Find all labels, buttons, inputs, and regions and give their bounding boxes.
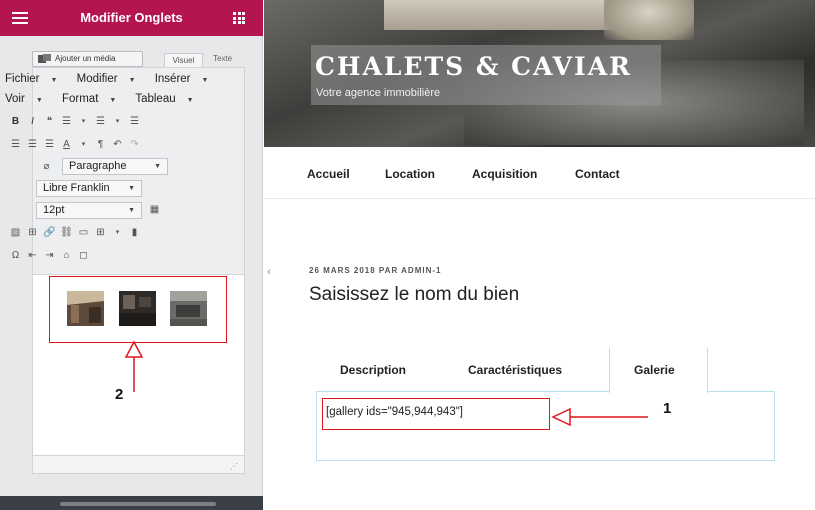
tab-visual[interactable]: Visuel [164, 53, 203, 67]
chevron-down-icon[interactable]: ▾ [109, 226, 126, 240]
caret-down-icon: ▼ [128, 207, 135, 214]
table-icon[interactable]: ⊞ [92, 226, 109, 240]
align-justify-icon[interactable]: ☰ [41, 138, 58, 152]
blockquote-icon[interactable]: ❝ [41, 115, 58, 129]
align-left-icon[interactable]: ☰ [126, 115, 143, 129]
special-char-icon[interactable]: Ω [7, 249, 24, 263]
caret-down-icon: ▼ [201, 77, 209, 84]
menu-row-1: Fichier ▼ Modifier ▼ Insérer ▼ [5, 73, 224, 85]
toolbar-row-5: Ω ⇤ ⇥ ⌂ ◻ [7, 249, 92, 263]
tab-description[interactable]: Description [340, 363, 406, 377]
indent-icon[interactable]: ⇥ [41, 249, 58, 263]
nav-item-accueil[interactable]: Accueil [307, 167, 350, 181]
caret-down-icon: ▼ [186, 97, 194, 104]
format-select[interactable]: Paragraphe ▼ [62, 158, 168, 175]
nav-item-location[interactable]: Location [385, 167, 435, 181]
link-icon[interactable]: 🔗 [41, 226, 58, 240]
menu-edit[interactable]: Modifier ▼ [77, 73, 144, 85]
font-size-select[interactable]: 12pt ▼ [36, 202, 142, 219]
page-break-icon[interactable]: ▮ [126, 226, 143, 240]
hero-image-detail [604, 0, 694, 40]
menu-view[interactable]: Voir ▼ [5, 93, 51, 105]
image-icon[interactable]: ▨ [7, 226, 24, 240]
main-navigation: Accueil Location Acquisition Contact [264, 147, 815, 199]
caret-down-icon: ▼ [109, 97, 117, 104]
toolbar-row-1: B I ❝ ☰ ▾ ☰ ▾ ☰ [7, 115, 143, 129]
text-color-icon[interactable]: A [58, 138, 75, 152]
caret-down-icon: ▼ [128, 77, 136, 84]
post-meta: 26 MARS 2018 PAR ADMIN-1 [309, 266, 442, 275]
media-embed-icon[interactable]: ⊞ [24, 226, 41, 240]
grid-icon[interactable] [233, 12, 245, 24]
caret-down-icon: ▼ [128, 185, 135, 192]
menu-format[interactable]: Format ▼ [62, 93, 124, 105]
menu-file[interactable]: Fichier ▼ [5, 73, 65, 85]
undo-icon[interactable]: ↶ [109, 138, 126, 152]
add-media-label: Ajouter un média [55, 54, 116, 63]
bookmark-icon[interactable]: ◻ [75, 249, 92, 263]
nav-item-contact[interactable]: Contact [575, 167, 620, 181]
toolbar-row-2: ☰ ☰ ☰ A ▾ ¶ ↶ ↷ [7, 138, 143, 152]
menu-table[interactable]: Tableau ▼ [135, 93, 201, 105]
annotation-label-1: 1 [663, 400, 672, 417]
italic-icon[interactable]: I [24, 115, 41, 129]
menu-row-2: Voir ▼ Format ▼ Tableau ▼ [5, 93, 210, 105]
gallery-shortcode: [gallery ids="945,944,943"] [326, 406, 463, 418]
panel-scrollbar[interactable] [60, 502, 216, 506]
post-title: Saisissez le nom du bien [309, 284, 520, 305]
eraser-icon[interactable]: ⌀ [38, 160, 55, 174]
caret-down-icon: ▼ [35, 97, 43, 104]
paste-icon[interactable]: ⌂ [58, 249, 75, 263]
media-icon [38, 54, 51, 63]
bold-icon[interactable]: B [7, 115, 24, 129]
align-right-icon[interactable]: ☰ [24, 138, 41, 152]
panel-header: Modifier Onglets [0, 0, 263, 36]
redo-icon[interactable]: ↷ [126, 138, 143, 152]
nav-item-acquisition[interactable]: Acquisition [472, 167, 537, 181]
gallery-thumbnail[interactable] [67, 291, 104, 326]
numbered-list-icon[interactable]: ☰ [92, 115, 109, 129]
menu-insert[interactable]: Insérer ▼ [155, 73, 217, 85]
hero-banner: CHALETS & CAVIAR Votre agence immobilièr… [264, 0, 815, 147]
annotation-label-2: 2 [115, 386, 124, 403]
editor-panel: Modifier Onglets Ajouter un média Visuel… [0, 0, 263, 510]
toolbar-row-4: ▨ ⊞ 🔗 ⛓ ▭ ⊞ ▾ ▮ [7, 226, 143, 240]
chevron-down-icon[interactable]: ▾ [75, 138, 92, 152]
keyboard-icon[interactable]: ▦ [146, 203, 163, 217]
font-family-select[interactable]: Libre Franklin ▼ [36, 180, 142, 197]
panel-title: Modifier Onglets [80, 10, 183, 25]
chevron-down-icon[interactable]: ▾ [75, 115, 92, 129]
align-center-icon[interactable]: ☰ [7, 138, 24, 152]
outdent-icon[interactable]: ⇤ [24, 249, 41, 263]
collapse-panel-icon[interactable]: ‹ [264, 262, 274, 282]
bullet-list-icon[interactable]: ☰ [58, 115, 75, 129]
site-title[interactable]: CHALETS & CAVIAR [315, 52, 632, 81]
caret-down-icon: ▼ [50, 77, 58, 84]
tab-galerie[interactable]: Galerie [634, 363, 675, 377]
gallery-thumbnail[interactable] [170, 291, 207, 326]
caret-down-icon: ▼ [154, 163, 161, 170]
tab-text[interactable]: Texte [213, 54, 232, 63]
horizontal-line-icon[interactable]: ▭ [75, 226, 92, 240]
add-media-button[interactable]: Ajouter un média [32, 51, 143, 67]
paragraph-icon[interactable]: ¶ [92, 138, 109, 152]
resize-grip-icon[interactable]: ⋰ [230, 462, 238, 471]
unlink-icon[interactable]: ⛓ [58, 226, 75, 240]
editor-status-bar: ⋰ [32, 455, 245, 474]
gallery-thumbnail[interactable] [119, 291, 156, 326]
tab-caracteristiques[interactable]: Caractéristiques [468, 363, 562, 377]
site-tagline: Votre agence immobilière [316, 87, 441, 99]
chevron-down-icon[interactable]: ▾ [109, 115, 126, 129]
